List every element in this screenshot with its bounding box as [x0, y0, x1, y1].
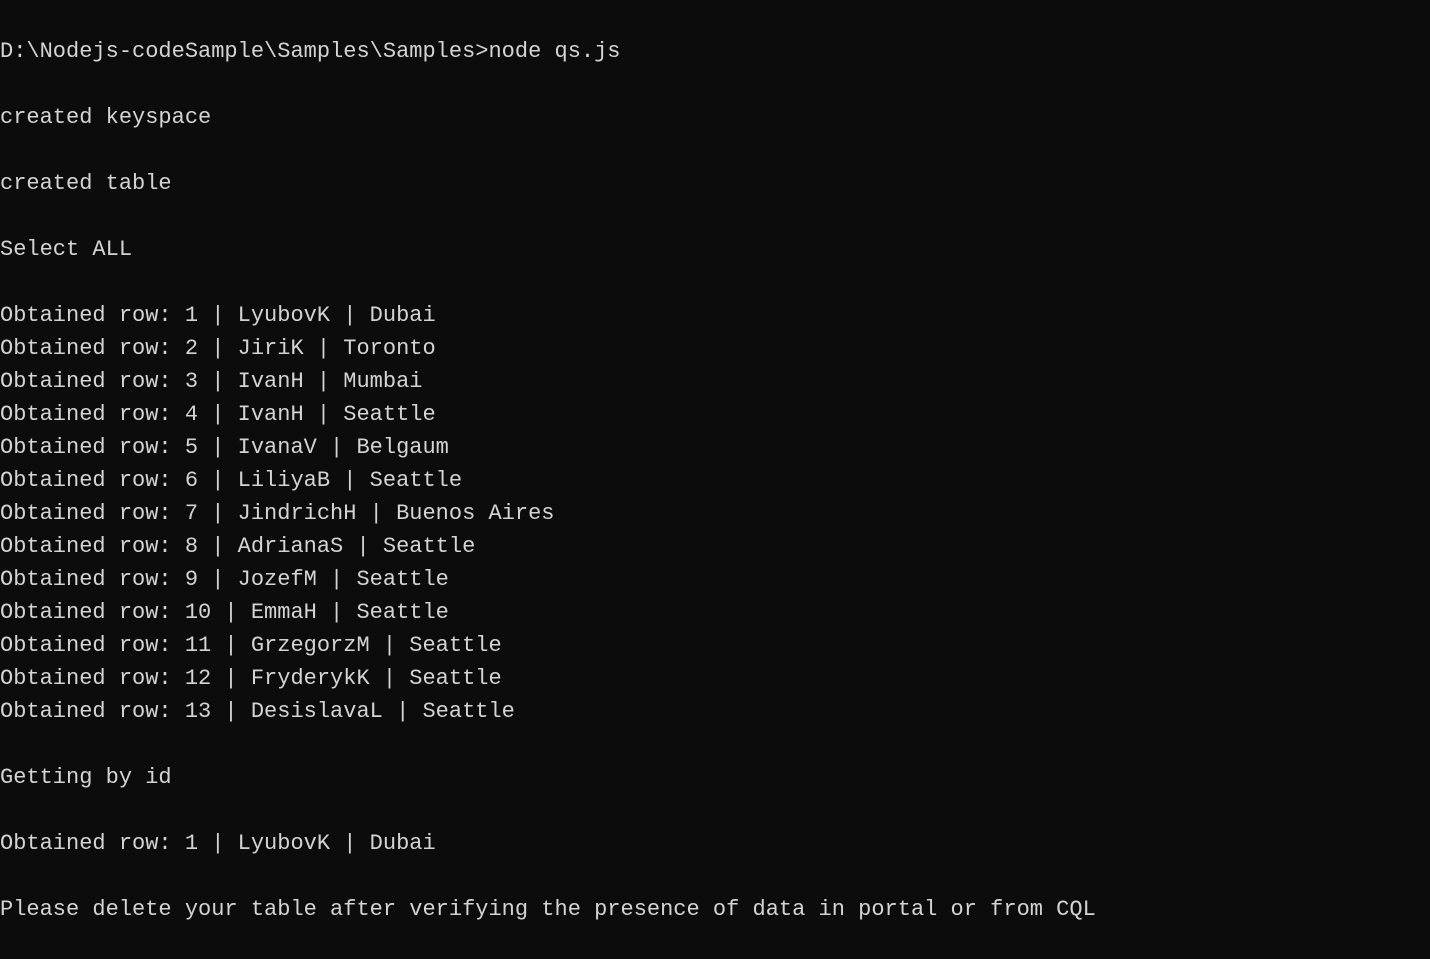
- result-row: Obtained row: 4 | IvanH | Seattle: [0, 398, 1430, 431]
- output-line: Select ALL: [0, 233, 1430, 266]
- output-line: created table: [0, 167, 1430, 200]
- result-row: Obtained row: 8 | AdrianaS | Seattle: [0, 530, 1430, 563]
- result-row: Obtained row: 13 | DesislavaL | Seattle: [0, 695, 1430, 728]
- terminal-output: D:\Nodejs-codeSample\Samples\Samples>nod…: [0, 2, 1430, 959]
- result-row: Obtained row: 7 | JindrichH | Buenos Air…: [0, 497, 1430, 530]
- command-prompt-line: D:\Nodejs-codeSample\Samples\Samples>nod…: [0, 35, 1430, 68]
- result-row: Obtained row: 2 | JiriK | Toronto: [0, 332, 1430, 365]
- results-all: Obtained row: 1 | LyubovK | DubaiObtaine…: [0, 299, 1430, 728]
- result-row: Obtained row: 1 | LyubovK | Dubai: [0, 827, 1430, 860]
- result-row: Obtained row: 12 | FryderykK | Seattle: [0, 662, 1430, 695]
- output-line: Getting by id: [0, 761, 1430, 794]
- output-line: Please delete your table after verifying…: [0, 893, 1430, 926]
- result-row: Obtained row: 5 | IvanaV | Belgaum: [0, 431, 1430, 464]
- result-row: Obtained row: 10 | EmmaH | Seattle: [0, 596, 1430, 629]
- result-row: Obtained row: 1 | LyubovK | Dubai: [0, 299, 1430, 332]
- result-row: Obtained row: 9 | JozefM | Seattle: [0, 563, 1430, 596]
- result-row: Obtained row: 3 | IvanH | Mumbai: [0, 365, 1430, 398]
- result-row: Obtained row: 6 | LiliyaB | Seattle: [0, 464, 1430, 497]
- result-row: Obtained row: 11 | GrzegorzM | Seattle: [0, 629, 1430, 662]
- output-line: created keyspace: [0, 101, 1430, 134]
